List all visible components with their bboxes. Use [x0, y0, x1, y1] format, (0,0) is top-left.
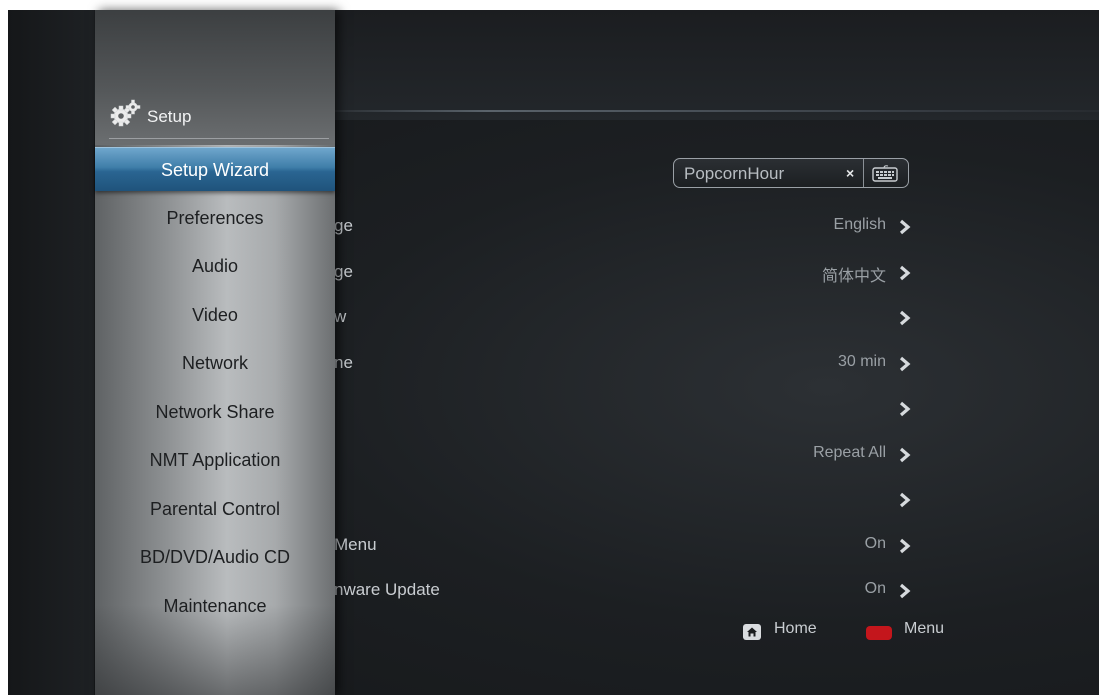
settings-row[interactable]: ne 30 min	[334, 348, 914, 378]
settings-row[interactable]: Menu On	[334, 530, 914, 560]
chevron-right-icon[interactable]	[898, 356, 912, 372]
settings-row-label: ne	[334, 352, 353, 372]
setup-sidebar: Setup Setup Wizard Preferences Audio Video N…	[95, 10, 335, 695]
settings-row[interactable]: Repeat All	[334, 439, 914, 469]
chevron-right-icon[interactable]	[898, 447, 912, 463]
chevron-right-icon[interactable]	[898, 310, 912, 326]
gear-icon	[110, 99, 141, 127]
settings-row-label: w	[334, 307, 347, 326]
settings-row-label: ge	[334, 261, 353, 281]
settings-row[interactable]	[334, 484, 914, 514]
sidebar-title-underline	[109, 138, 329, 139]
clear-icon[interactable]: ×	[846, 165, 854, 181]
sidebar-item-network[interactable]: Network	[95, 341, 335, 385]
sidebar-item-audio[interactable]: Audio	[95, 244, 335, 288]
sidebar-item-network-share[interactable]: Network Share	[95, 390, 335, 434]
chevron-right-icon[interactable]	[898, 401, 912, 417]
chevron-right-icon[interactable]	[898, 583, 912, 599]
chevron-right-icon[interactable]	[898, 492, 912, 508]
field-divider	[863, 159, 864, 187]
chevron-right-icon[interactable]	[898, 538, 912, 554]
header-divider	[334, 110, 1099, 112]
sidebar-title: Setup	[147, 107, 192, 126]
sidebar-item-maintenance[interactable]: Maintenance	[95, 584, 335, 628]
settings-row[interactable]: w	[334, 302, 914, 332]
sidebar-item-video[interactable]: Video	[95, 293, 335, 337]
device-name-value: PopcornHour	[684, 164, 785, 183]
sidebar-item-bd-dvd-audio-cd[interactable]: BD/DVD/Audio CD	[95, 535, 335, 579]
sidebar-item-parental-control[interactable]: Parental Control	[95, 487, 335, 531]
settings-row-value: English	[833, 216, 886, 233]
sidebar-item-setup-wizard[interactable]: Setup Wizard	[95, 147, 335, 191]
settings-row-value: 30 min	[837, 352, 886, 370]
settings-row-value: On	[864, 534, 886, 552]
settings-row[interactable]: ge 简体中文	[334, 257, 914, 287]
home-icon[interactable]	[743, 624, 761, 640]
settings-row-label: ge	[334, 216, 353, 235]
settings-row-label: nware Update	[334, 580, 440, 599]
chevron-right-icon[interactable]	[898, 265, 912, 281]
menu-label[interactable]: Menu	[904, 620, 944, 638]
keyboard-icon[interactable]	[872, 165, 898, 182]
sidebar-item-preferences[interactable]: Preferences	[95, 196, 335, 240]
left-frame	[8, 10, 94, 695]
settings-row[interactable]: nware Update On	[334, 575, 914, 605]
sidebar-item-nmt-application[interactable]: NMT Application	[95, 438, 335, 482]
settings-row-value: 简体中文	[821, 267, 886, 285]
settings-row-value: Repeat All	[813, 443, 886, 461]
setup-header: Setup	[109, 98, 329, 132]
settings-row[interactable]	[334, 393, 914, 423]
settings-row[interactable]: ge English	[334, 211, 914, 241]
menu-button-icon[interactable]	[866, 626, 892, 640]
chevron-right-icon[interactable]	[898, 219, 912, 235]
settings-row-value: On	[864, 580, 886, 597]
home-label[interactable]: Home	[774, 620, 817, 638]
settings-row-label: Menu	[334, 534, 377, 554]
device-name-input[interactable]: PopcornHour ×	[673, 158, 909, 188]
